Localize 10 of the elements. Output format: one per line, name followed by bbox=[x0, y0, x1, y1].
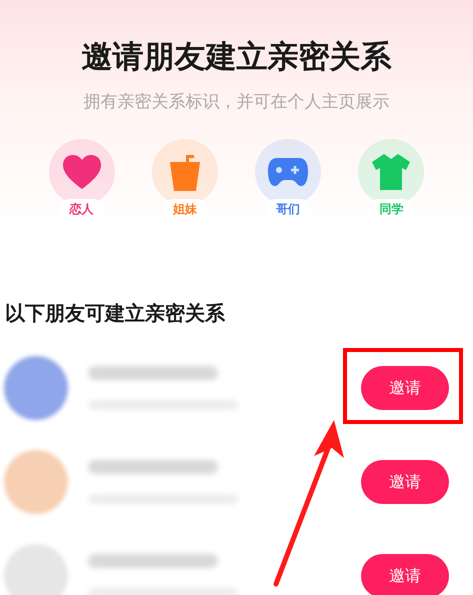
invite-button[interactable]: 邀请 bbox=[361, 460, 449, 504]
heart-icon[interactable] bbox=[62, 154, 102, 190]
cup-icon[interactable] bbox=[168, 152, 202, 192]
page-subtitle: 拥有亲密关系标识，并可在个人主页展示 bbox=[82, 91, 390, 113]
invite-button[interactable]: 邀请 bbox=[361, 554, 449, 595]
section-title: 以下朋友可建立亲密关系 bbox=[4, 300, 226, 327]
invite-button[interactable]: 邀请 bbox=[361, 366, 449, 410]
page-title: 邀请朋友建立亲密关系 bbox=[80, 38, 392, 77]
gamepad-icon[interactable] bbox=[267, 157, 310, 187]
shirt-icon[interactable] bbox=[371, 153, 412, 191]
